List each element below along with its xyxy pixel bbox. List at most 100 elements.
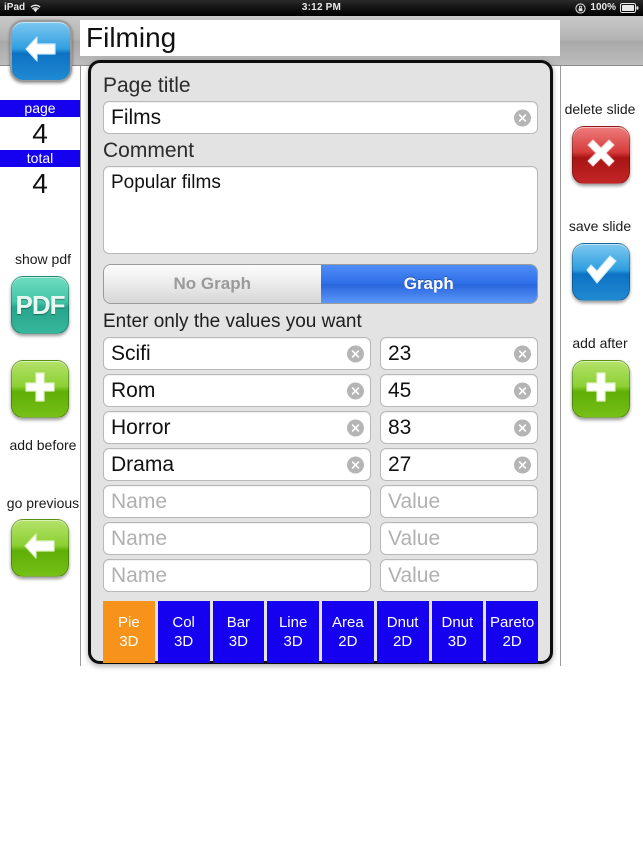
right-divider: [560, 66, 561, 666]
chart-type-bar-3d[interactable]: Bar 3D: [212, 601, 265, 663]
series-name-input-2[interactable]: Rom: [103, 374, 371, 407]
status-bar-time: 3:12 PM: [301, 2, 342, 13]
series-name-input-6-text: Name: [111, 526, 168, 550]
comment-value: Popular films: [111, 172, 221, 193]
series-name-input-5[interactable]: Name: [103, 485, 371, 518]
show-pdf-label: show pdf: [14, 251, 72, 267]
chart-type-name: Line: [278, 614, 308, 631]
series-name-input-7-text: Name: [111, 563, 168, 587]
total-counter-value: 4: [0, 167, 80, 200]
chart-type-dimension: 2D: [393, 633, 413, 650]
battery-icon: [620, 3, 639, 13]
chart-type-pareto-2d[interactable]: Pareto 2D: [486, 601, 538, 663]
delete-slide-label: delete slide: [564, 101, 636, 117]
save-slide-button[interactable]: [572, 243, 630, 301]
rotation-lock-icon: [575, 2, 587, 14]
series-value-input-7-text: Value: [388, 563, 441, 587]
series-name-input-5-text: Name: [111, 489, 168, 513]
segment-graph[interactable]: Graph: [320, 265, 537, 303]
chart-type-dimension: 2D: [502, 633, 522, 650]
delete-slide-button[interactable]: [572, 126, 630, 184]
slide-editor-dialog: Page title Films Comment Popular films N…: [88, 60, 553, 664]
chart-type-name: Col: [172, 614, 195, 631]
value-row: Name Value: [103, 559, 538, 592]
clear-icon[interactable]: [514, 419, 531, 436]
clear-icon[interactable]: [347, 456, 364, 473]
values-hint: Enter only the values you want: [103, 311, 362, 332]
save-slide-label: save slide: [568, 218, 632, 234]
chart-type-pie-3d[interactable]: Pie 3D: [103, 601, 155, 663]
chart-type-name: Dnut: [441, 614, 474, 631]
left-arrow-icon: [22, 531, 58, 566]
clear-icon[interactable]: [514, 109, 531, 126]
series-value-input-3[interactable]: 83: [380, 411, 538, 444]
go-previous-button[interactable]: [11, 519, 69, 577]
chart-type-name: Pareto: [490, 614, 535, 631]
pdf-icon: PDF: [15, 289, 66, 320]
add-before-label: add before: [9, 437, 77, 453]
battery-percent: 100%: [590, 2, 616, 13]
series-value-input-4-text: 27: [388, 452, 412, 476]
series-value-input-3-text: 83: [388, 415, 412, 439]
value-rows: Scifi 23 Rom 45 Horror 83 Drama 27 Name Value Name…: [103, 337, 538, 592]
chart-type-name: Pie: [118, 614, 140, 631]
chart-type-dimension: 3D: [447, 633, 467, 650]
series-value-input-2[interactable]: 45: [380, 374, 538, 407]
ipad-screen: iPad 3:12 PM 100% Filming page 4 total 4…: [0, 0, 643, 857]
clear-icon[interactable]: [347, 382, 364, 399]
clear-icon[interactable]: [514, 456, 531, 473]
page-title-input[interactable]: Films: [103, 101, 538, 134]
go-previous-label: go previous: [6, 495, 80, 511]
chart-type-name: Bar: [226, 614, 251, 631]
chart-type-dimension: 2D: [338, 633, 358, 650]
series-value-input-6[interactable]: Value: [380, 522, 538, 555]
total-counter: total 4: [0, 150, 80, 200]
left-divider: [80, 66, 81, 666]
series-value-input-1-text: 23: [388, 341, 412, 365]
value-row: Drama 27: [103, 448, 538, 481]
chart-type-dnut-3d[interactable]: Dnut 3D: [431, 601, 484, 663]
add-after-button[interactable]: [572, 360, 630, 418]
total-counter-label: total: [0, 150, 80, 167]
back-button[interactable]: [10, 20, 72, 82]
clear-icon[interactable]: [514, 382, 531, 399]
series-name-input-3[interactable]: Horror: [103, 411, 371, 444]
clear-icon[interactable]: [347, 345, 364, 362]
series-name-input-6[interactable]: Name: [103, 522, 371, 555]
chart-type-col-3d[interactable]: Col 3D: [157, 601, 210, 663]
segment-no-graph[interactable]: No Graph: [104, 265, 321, 303]
page-counter-value: 4: [0, 117, 80, 150]
series-name-input-1[interactable]: Scifi: [103, 337, 371, 370]
status-bar-right: 100%: [575, 0, 639, 16]
plus-icon: [22, 369, 58, 410]
chart-type-line-3d[interactable]: Line 3D: [267, 601, 319, 663]
clear-icon[interactable]: [514, 345, 531, 362]
comment-textarea[interactable]: Popular films: [103, 166, 538, 254]
plus-icon: [583, 369, 619, 410]
chart-type-dnut-2d[interactable]: Dnut 2D: [376, 601, 429, 663]
series-value-input-1[interactable]: 23: [380, 337, 538, 370]
series-value-input-4[interactable]: 27: [380, 448, 538, 481]
chart-type-buttons: Pie 3D Col 3D Bar 3D Line 3D Area 2D Dnut 2D Dnut 3D P…: [103, 601, 538, 663]
clear-icon[interactable]: [347, 419, 364, 436]
series-value-input-6-text: Value: [388, 526, 441, 550]
value-row: Name Value: [103, 522, 538, 555]
series-name-input-7[interactable]: Name: [103, 559, 371, 592]
chart-type-area-2d[interactable]: Area 2D: [322, 601, 374, 663]
chart-type-dimension: 3D: [228, 633, 248, 650]
slide-title-input[interactable]: Filming: [80, 20, 560, 56]
value-row: Rom 45: [103, 374, 538, 407]
add-before-button[interactable]: [11, 360, 69, 418]
back-arrow-icon: [23, 34, 59, 69]
graph-mode-segmented-control[interactable]: No Graph Graph: [103, 264, 538, 304]
checkmark-icon: [583, 254, 619, 291]
series-value-input-5[interactable]: Value: [380, 485, 538, 518]
status-bar: iPad 3:12 PM 100%: [0, 0, 643, 16]
show-pdf-button[interactable]: PDF: [11, 276, 69, 334]
series-value-input-5-text: Value: [388, 489, 441, 513]
series-name-input-3-text: Horror: [111, 415, 171, 439]
series-name-input-4[interactable]: Drama: [103, 448, 371, 481]
series-value-input-7[interactable]: Value: [380, 559, 538, 592]
chart-type-dimension: 3D: [283, 633, 303, 650]
page-counter: page 4: [0, 100, 80, 150]
